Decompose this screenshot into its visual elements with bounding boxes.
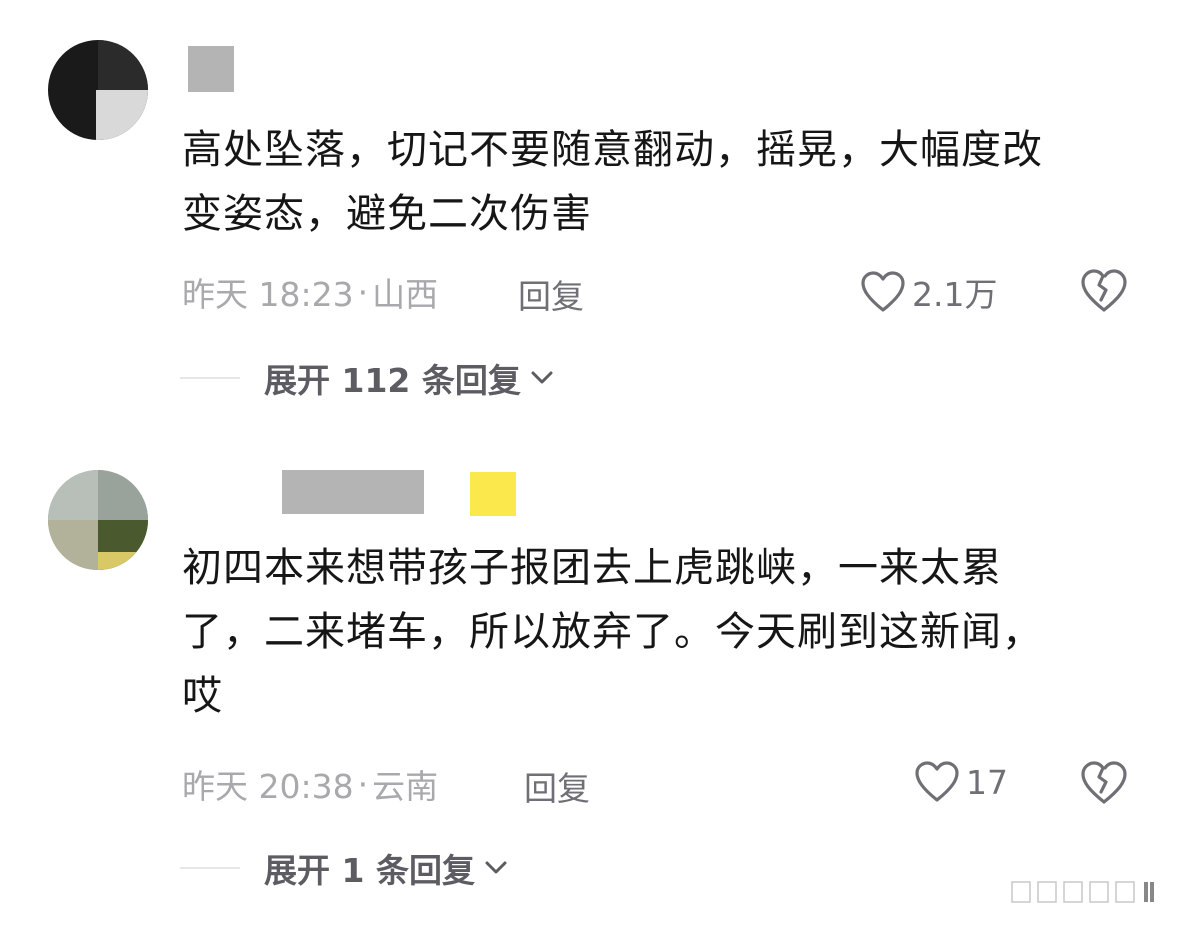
comment-2: 初四本来想带孩子报团去上虎跳峡，一来太累 了，二来堵车，所以放弃了。今天刷到这新… (0, 0, 1179, 931)
watermark-mark (1011, 881, 1154, 903)
dislike-button[interactable] (1080, 760, 1128, 810)
heart-outline-icon (915, 761, 959, 802)
expand-replies-button[interactable]: 展开 1 条回复 (180, 844, 507, 892)
username-censored[interactable] (282, 470, 424, 514)
location: 云南 (372, 767, 439, 806)
like-count: 17 (966, 762, 1008, 802)
comment-text: 初四本来想带孩子报团去上虎跳峡，一来太累 了，二来堵车，所以放弃了。今天刷到这新… (182, 536, 1142, 728)
avatar[interactable] (48, 470, 148, 570)
comment-text-line: 哎 (182, 673, 223, 719)
username-censored-badge (470, 472, 516, 516)
comment-text-line: 初四本来想带孩子报团去上虎跳峡，一来太累 (182, 545, 1002, 591)
broken-heart-icon (1081, 761, 1127, 804)
divider-line (180, 867, 240, 869)
expand-replies-label: 展开 1 条回复 (264, 851, 475, 890)
timestamp: 昨天 20:38 (182, 767, 354, 806)
comment-meta: 昨天 20:38 · 云南 (182, 760, 438, 808)
like-button[interactable]: 17 (914, 760, 1008, 804)
comment-text-line: 了，二来堵车，所以放弃了。今天刷到这新闻， (182, 609, 1043, 655)
meta-separator: · (357, 764, 369, 804)
reply-button[interactable]: 回复 (524, 762, 590, 810)
chevron-down-icon (485, 861, 507, 874)
